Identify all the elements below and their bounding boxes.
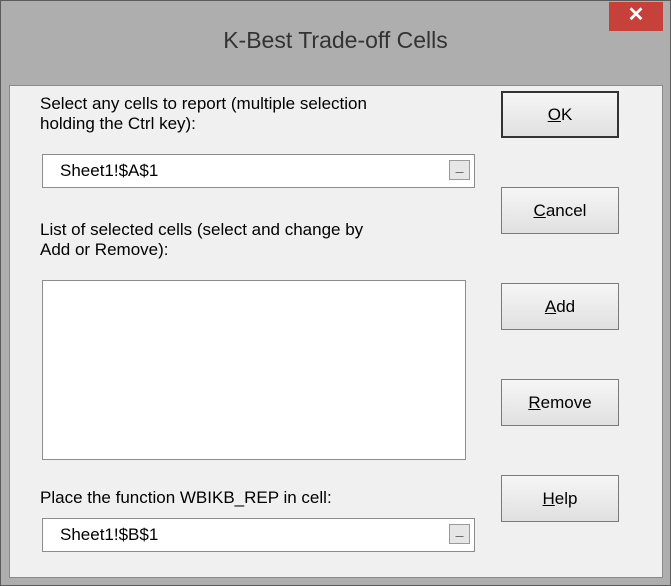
dialog-body: Select any cells to report (multiple sel… — [9, 85, 663, 578]
select-cells-value: Sheet1!$A$1 — [60, 161, 159, 180]
select-cells-label-line1: Select any cells to report (multiple sel… — [40, 94, 367, 113]
title-bar: K-Best Trade-off Cells ✕ — [1, 1, 670, 85]
select-cells-label-line2: holding the Ctrl key): — [40, 114, 196, 133]
ok-button[interactable]: OK — [501, 91, 619, 138]
cancel-button[interactable]: Cancel — [501, 187, 619, 234]
add-label-rest: dd — [556, 297, 576, 316]
help-mnemonic: H — [542, 489, 555, 508]
remove-mnemonic: R — [528, 393, 541, 412]
selected-list-label-line2: Add or Remove): — [40, 240, 169, 259]
remove-button[interactable]: Remove — [501, 379, 619, 426]
function-cell-label: Place the function WBIKB_REP in cell: — [40, 488, 332, 507]
select-cells-refedit[interactable]: Sheet1!$A$1 _ — [42, 154, 475, 188]
select-cells-label: Select any cells to report (multiple sel… — [40, 94, 367, 134]
function-cell-refedit[interactable]: Sheet1!$B$1 _ — [42, 518, 475, 552]
close-button[interactable]: ✕ — [609, 2, 663, 31]
selected-list-label: List of selected cells (select and chang… — [40, 220, 363, 260]
help-button[interactable]: Help — [501, 475, 619, 522]
add-mnemonic: A — [544, 297, 557, 316]
collapse-dialog-icon: _ — [455, 522, 464, 538]
function-cell-picker-button[interactable]: _ — [449, 522, 470, 544]
help-label-rest: elp — [554, 489, 578, 508]
selected-list-label-line1: List of selected cells (select and chang… — [40, 220, 364, 239]
cancel-label-rest: ancel — [545, 201, 587, 220]
window-title: K-Best Trade-off Cells — [223, 27, 448, 53]
add-button[interactable]: Add — [501, 283, 619, 330]
dialog-window: K-Best Trade-off Cells ✕ Select any cell… — [0, 0, 671, 586]
remove-label-rest: emove — [540, 393, 592, 412]
ok-mnemonic: O — [547, 105, 561, 124]
close-icon: ✕ — [627, 4, 645, 26]
cancel-mnemonic: C — [533, 201, 546, 220]
collapse-dialog-icon: _ — [455, 158, 464, 174]
selected-cells-listbox[interactable] — [42, 280, 466, 460]
select-cells-picker-button[interactable]: _ — [449, 158, 470, 180]
ok-label-rest: K — [560, 105, 573, 124]
function-cell-value: Sheet1!$B$1 — [60, 525, 159, 544]
